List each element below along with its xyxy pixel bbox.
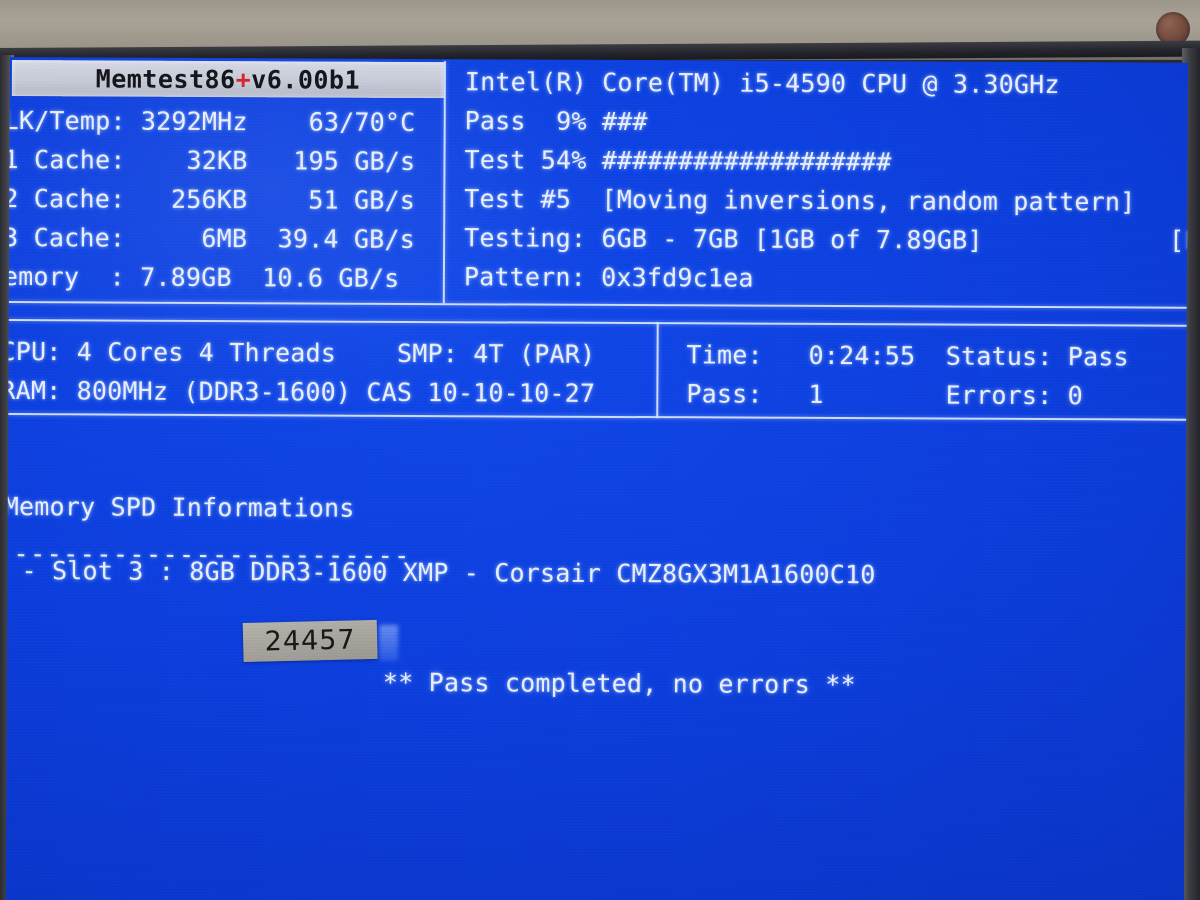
memory-row: emory : 7.89GB 10.6 GB/s <box>5 261 400 293</box>
app-title-plus: + <box>235 64 252 94</box>
ram-timing-row: RAM: 800MHz (DDR3-1600) CAS 10-10-10-27 <box>5 375 596 408</box>
testing-range-row: Testing: 6GB - 7GB [1GB of 7.89GB] <box>464 223 983 255</box>
l2-cache-row: 2 Cache: 256KB 51 GB/s <box>5 183 416 215</box>
clk-temp-row: LK/Temp: 3292MHz 63/70°C <box>5 105 416 137</box>
app-title-bar: Memtest86 + v6.00b1 <box>11 60 444 99</box>
screen-smudge <box>379 624 399 661</box>
memtest-screen: Memtest86 + v6.00b1 LK/Temp: 3292MHz 63/7… <box>5 57 1188 900</box>
sticker-number: 24457 <box>264 624 356 658</box>
l1-cache-row: 1 Cache: 32KB 195 GB/s <box>5 144 416 176</box>
test-progress-row: Test 54% ################### <box>464 145 892 177</box>
time-status-row: Time: 0:24:55 Status: Pass <box>686 340 1129 372</box>
pass-errors-row: Pass: 1 Errors: 0 <box>686 379 1083 411</box>
pattern-row: Pattern: 0x3fd9c1ea <box>463 262 754 293</box>
cpu-model-row: Intel(R) Core(TM) i5-4590 CPU @ 3.30GHz <box>464 67 1060 100</box>
pass-progress-row: Pass 9% ### <box>464 106 648 137</box>
app-title-main: Memtest86 <box>95 63 236 94</box>
pass-completed-message: ** Pass completed, no errors ** <box>382 667 856 700</box>
photograph-of-monitor: Memtest86 + v6.00b1 LK/Temp: 3292MHz 63/7… <box>0 0 1200 900</box>
app-title-version: v6.00b1 <box>251 64 361 95</box>
cpu-cores-row: CPU: 4 Cores 4 Threads SMP: 4T (PAR) <box>5 336 596 369</box>
test-name-row: Test #5 [Moving inversions, random patte… <box>464 184 1136 217</box>
l3-cache-row: 3 Cache: 6MB 39.4 GB/s <box>5 222 415 254</box>
sticker-label: 24457 <box>242 619 378 663</box>
